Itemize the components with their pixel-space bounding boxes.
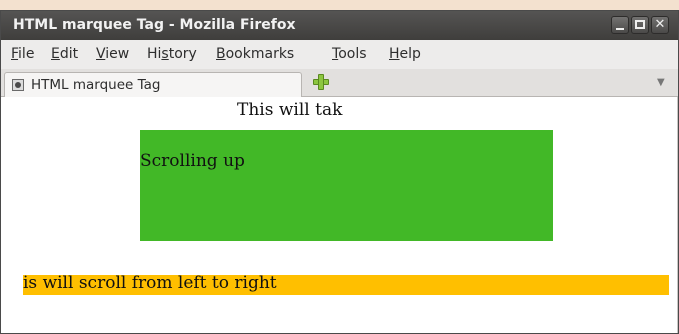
favicon-dot xyxy=(15,82,21,88)
tab-bar: HTML marquee Tag ▼ xyxy=(1,69,678,98)
window-title: HTML marquee Tag - Mozilla Firefox xyxy=(13,17,296,33)
menu-label: tory xyxy=(168,46,197,62)
plus-center xyxy=(319,80,323,84)
page-favicon-icon xyxy=(12,79,24,91)
marquee-left-to-right-text: is will scroll from left to right xyxy=(23,275,277,293)
menu-label: elp xyxy=(399,46,421,62)
menu-mnemonic: V xyxy=(96,46,106,62)
new-tab-plus-icon[interactable] xyxy=(313,74,329,90)
menu-bar: File Edit View History Bookmarks Tools H… xyxy=(1,40,678,69)
marquee-left-to-right: is will scroll from left to right xyxy=(23,275,669,295)
menu-bookmarks[interactable]: Bookmarks xyxy=(216,46,294,62)
close-button[interactable]: ✕ xyxy=(651,16,669,34)
menu-mnemonic: s xyxy=(161,46,169,62)
tab-list-dropdown-icon[interactable]: ▼ xyxy=(657,77,665,88)
menu-label: ile xyxy=(18,46,35,62)
menu-mnemonic: H xyxy=(389,46,400,62)
menu-label: Hi xyxy=(147,46,162,62)
maximize-icon xyxy=(635,20,645,29)
menu-label: ools xyxy=(338,46,367,62)
menu-mnemonic: E xyxy=(51,46,60,62)
menu-help[interactable]: Help xyxy=(389,46,421,62)
menu-label: dit xyxy=(59,46,79,62)
close-icon: ✕ xyxy=(654,17,666,32)
menu-label: iew xyxy=(105,46,130,62)
maximize-button[interactable] xyxy=(631,16,649,34)
tab-html-marquee[interactable]: HTML marquee Tag xyxy=(4,72,302,98)
menu-mnemonic: B xyxy=(216,46,226,62)
content-edge xyxy=(677,97,678,333)
minimize-button[interactable] xyxy=(611,16,629,34)
marquee-top-text: This will tak xyxy=(237,100,343,120)
menu-label: ookmarks xyxy=(225,46,295,62)
browser-window: HTML marquee Tag - Mozilla Firefox ✕ Fil… xyxy=(0,10,679,334)
page-content: This will tak Scrolling up is will scrol… xyxy=(1,97,678,333)
minimize-icon xyxy=(616,28,624,30)
marquee-scroll-up: Scrolling up xyxy=(140,130,553,241)
menu-file[interactable]: File xyxy=(11,46,34,62)
marquee-top: This will tak xyxy=(1,97,678,121)
title-bar[interactable]: HTML marquee Tag - Mozilla Firefox ✕ xyxy=(1,11,678,40)
marquee-scroll-up-text: Scrolling up xyxy=(140,151,245,171)
menu-edit[interactable]: Edit xyxy=(51,46,78,62)
menu-view[interactable]: View xyxy=(96,46,129,62)
menu-history[interactable]: History xyxy=(147,46,197,62)
menu-tools[interactable]: Tools xyxy=(332,46,367,62)
tab-label: HTML marquee Tag xyxy=(31,77,161,93)
menu-mnemonic: F xyxy=(11,46,19,62)
